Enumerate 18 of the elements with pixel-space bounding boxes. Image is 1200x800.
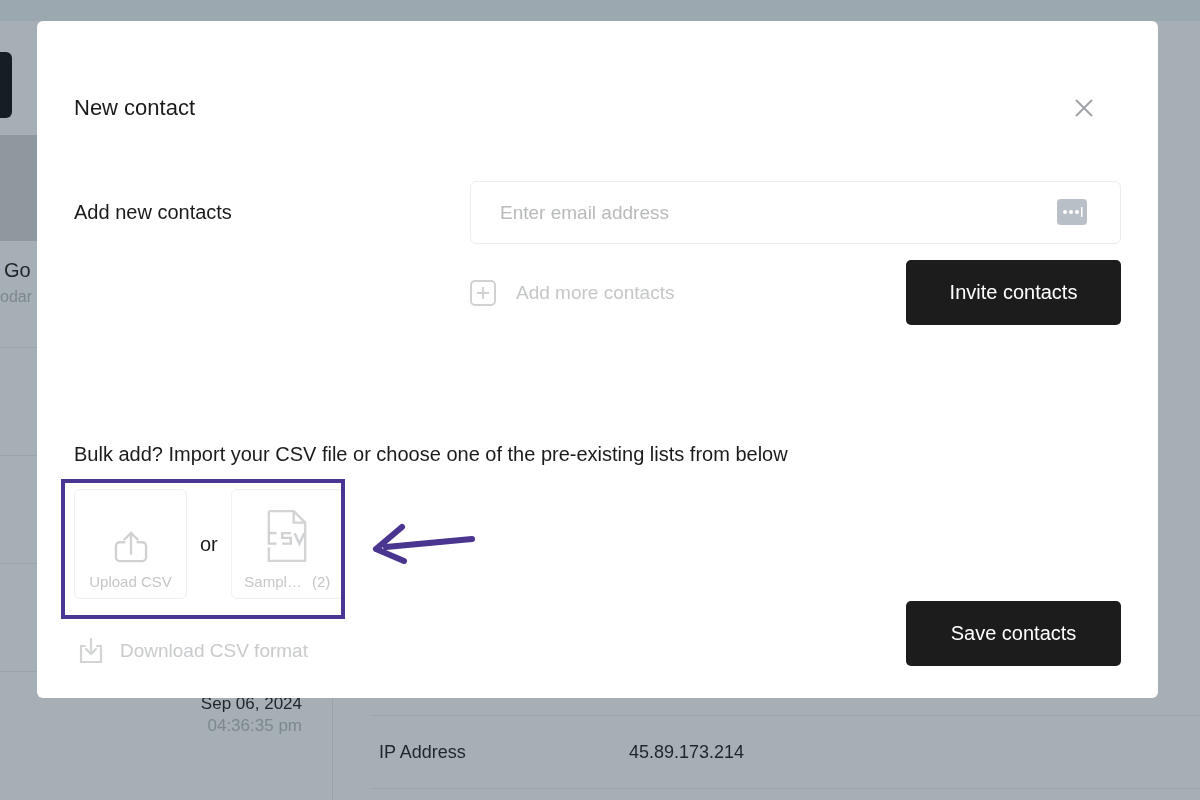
button-edge[interactable]	[0, 52, 12, 118]
email-field[interactable]: Enter email address	[470, 181, 1121, 244]
save-contacts-button[interactable]: Save contacts	[906, 601, 1121, 666]
contact-name: Go	[4, 259, 32, 282]
detail-value: 45.89.173.214	[629, 741, 745, 763]
detail-label: IP Address	[378, 741, 467, 763]
close-icon[interactable]	[1074, 98, 1094, 118]
or-separator: or	[200, 532, 218, 556]
bulk-add-text: Bulk add? Import your CSV file or choose one of the pre-existing lists from below	[74, 443, 789, 466]
upload-csv-option[interactable]: Upload CSV	[74, 489, 187, 599]
sample-label: Sampl…	[244, 573, 302, 590]
plus-icon[interactable]	[470, 279, 496, 306]
add-contacts-label: Add new contacts	[74, 201, 233, 225]
invite-contacts-button[interactable]: Invite contacts	[906, 260, 1121, 325]
list-count: (2)	[311, 573, 331, 590]
dots-icon	[1057, 199, 1087, 225]
add-more-contacts-link[interactable]: Add more contacts	[516, 281, 675, 304]
dialog-title: New contact	[74, 95, 196, 121]
